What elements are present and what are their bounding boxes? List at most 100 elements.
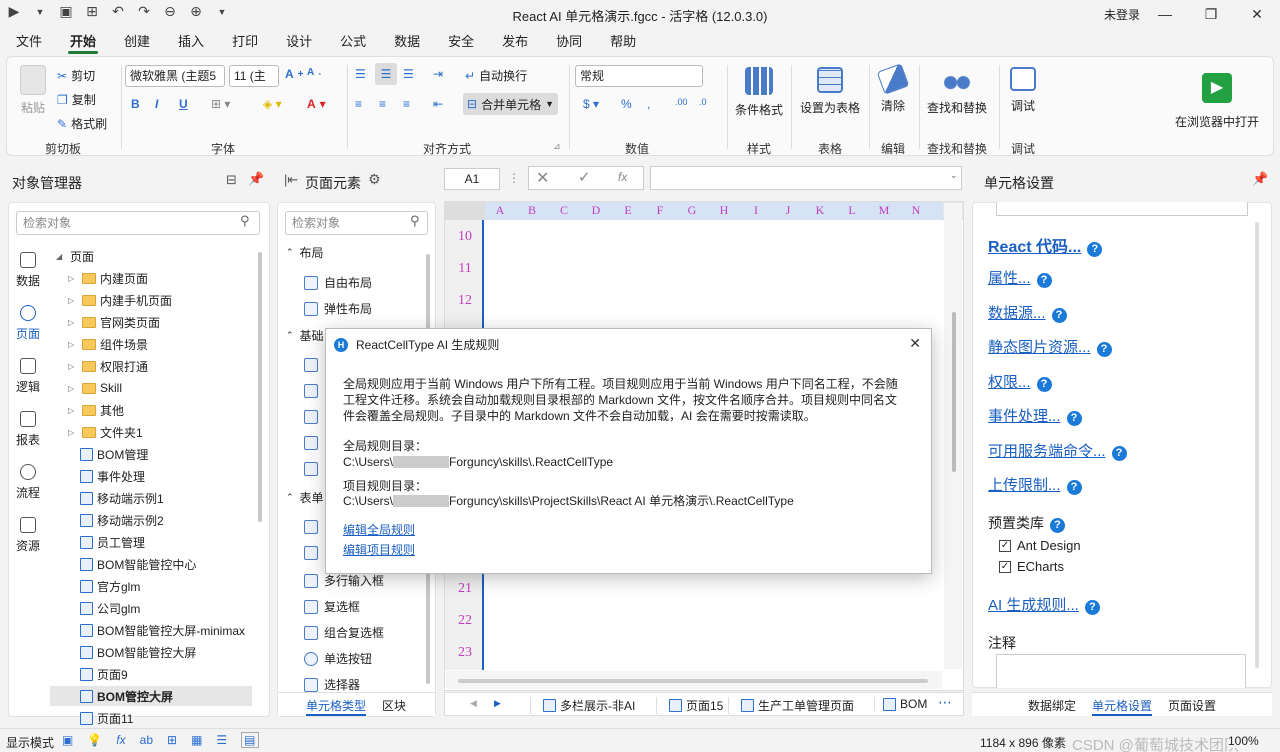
permission-link[interactable]: 权限...? [988, 371, 1052, 392]
nav-report[interactable]: 报表 [10, 411, 46, 448]
tab-next-icon[interactable]: ▶ [494, 698, 501, 709]
font-family-select[interactable]: 微软雅黑 (主题5 [125, 65, 225, 87]
percent-icon[interactable]: % [621, 97, 632, 111]
find-replace-button[interactable]: 查找和替换 [923, 67, 991, 116]
italic-icon[interactable]: I [155, 97, 158, 111]
currency-icon[interactable]: $ ▾ [583, 97, 599, 111]
element-picker[interactable]: 选择器 [304, 676, 360, 693]
menu-help[interactable]: 帮助 [596, 29, 650, 55]
tree-scrollbar[interactable] [258, 252, 262, 522]
help-icon[interactable]: ? [1087, 242, 1103, 257]
column-header[interactable]: N [900, 203, 932, 218]
tab-blocks[interactable]: 区块 [382, 697, 406, 714]
tab-cell-settings[interactable]: 单元格设置 [1092, 697, 1153, 716]
element-form-1[interactable] [304, 520, 318, 534]
datasource-link[interactable]: 数据源...? [988, 302, 1067, 323]
help-icon[interactable]: ? [1036, 273, 1052, 288]
panel-toggle-icon[interactable]: |⇤ [284, 172, 298, 188]
row-header[interactable]: 22 [446, 613, 484, 629]
tree-page[interactable]: BOM智能管控中心 [80, 554, 196, 574]
tree-folder[interactable]: ▷ 内建页面 [68, 268, 148, 288]
menu-formula[interactable]: 公式 [326, 29, 380, 55]
row-header[interactable]: 23 [446, 645, 484, 661]
static-images-link[interactable]: 静态图片资源...? [988, 336, 1112, 357]
help-icon[interactable]: ? [1096, 342, 1112, 357]
open-in-browser-button[interactable]: ▶ 在浏览器中打开 [1167, 73, 1267, 130]
tree-folder[interactable]: ▷ 其他 [68, 400, 124, 420]
frame-icon[interactable]: ▤ [241, 732, 259, 748]
formula-input[interactable] [650, 166, 962, 190]
decrease-decimal-icon[interactable]: .0 [699, 97, 707, 107]
column-header[interactable]: F [644, 203, 676, 218]
edit-global-rules-link[interactable]: 编辑全局规则 [343, 521, 415, 538]
font-shrink-icon[interactable]: A- [307, 67, 321, 78]
menu-print[interactable]: 打印 [218, 29, 272, 55]
minimize-icon[interactable]: — [1142, 0, 1188, 28]
tree-folder[interactable]: ▷ 文件夹1 [68, 422, 143, 442]
nav-page[interactable]: 页面 [10, 305, 46, 342]
maximize-icon[interactable]: ❐ [1188, 0, 1234, 28]
element-basic-1[interactable] [304, 358, 318, 372]
confirm-icon[interactable]: ✓ [578, 168, 591, 186]
tab-data-binding[interactable]: 数据绑定 [1028, 697, 1076, 714]
bold-icon[interactable]: B [131, 97, 140, 111]
tree-page[interactable]: 事件处理 [80, 466, 145, 486]
column-header[interactable]: E [612, 203, 644, 218]
search-icon[interactable]: ⚲ [240, 213, 250, 229]
section-basic[interactable]: ⌃ 基础 [286, 327, 324, 344]
tree-folder[interactable]: ▷ 组件场景 [68, 334, 148, 354]
row-header[interactable]: 11 [446, 261, 484, 277]
tree-page[interactable]: BOM智能管控大屏 [80, 642, 196, 662]
menu-create[interactable]: 创建 [110, 29, 164, 55]
element-basic-2[interactable] [304, 384, 318, 398]
more-icon[interactable]: ⋮ [508, 171, 520, 185]
table-icon[interactable]: ▦ [191, 733, 202, 747]
column-header[interactable]: J [772, 203, 804, 218]
element-textarea[interactable]: 多行输入框 [304, 572, 384, 589]
tree-root[interactable]: ◢ 页面 [56, 246, 94, 266]
echarts-checkbox[interactable]: ✓ ECharts [999, 559, 1064, 574]
tree-page[interactable]: 公司glm [80, 598, 140, 618]
align-launcher-icon[interactable]: ⊿ [553, 141, 561, 152]
element-basic-3[interactable] [304, 410, 318, 424]
align-left-icon[interactable]: ≡ [355, 97, 362, 111]
element-checkbox-group[interactable]: 组合复选框 [304, 624, 384, 641]
border-icon[interactable]: ⊞ ▾ [211, 97, 230, 111]
row-header[interactable]: 21 [446, 581, 484, 597]
column-header[interactable]: A [484, 203, 516, 218]
column-header[interactable]: B [516, 203, 548, 218]
help-icon[interactable]: ? [1066, 411, 1082, 426]
cancel-icon[interactable]: ✕ [536, 168, 549, 188]
align-center-icon[interactable]: ≡ [379, 97, 386, 111]
column-header[interactable]: H [708, 203, 740, 218]
column-header[interactable]: C [548, 203, 580, 218]
list-icon[interactable]: ☰ [216, 733, 227, 747]
help-icon[interactable]: ? [1066, 480, 1082, 495]
element-search-input[interactable]: 检索对象 [285, 211, 428, 235]
close-icon[interactable]: ✕ [909, 335, 921, 352]
close-icon[interactable]: ✕ [1234, 0, 1280, 28]
help-icon[interactable]: ? [1111, 446, 1127, 461]
sheet-tab-2[interactable]: 页面15 [656, 697, 723, 714]
nav-flow[interactable]: 流程 [10, 464, 46, 501]
fill-color-icon[interactable]: ◈ ▾ [263, 97, 282, 111]
label-icon[interactable]: ab [140, 733, 153, 747]
element-basic-4[interactable] [304, 436, 318, 450]
row-header[interactable]: 12 [446, 293, 484, 309]
settings-scrollbar[interactable] [1255, 222, 1259, 668]
copy-button[interactable]: ❐ 复制 [57, 91, 96, 108]
scroll-thumb[interactable] [952, 312, 956, 472]
format-painter-button[interactable]: ✎ 格式刷 [57, 115, 107, 132]
search-icon[interactable]: ⚲ [410, 213, 420, 229]
tree-page[interactable]: 移动端示例2 [80, 510, 164, 530]
menu-collab[interactable]: 协同 [542, 29, 596, 55]
merge-cells-button[interactable]: ⊟ 合并单元格 ▼ [463, 93, 558, 115]
set-as-table-button[interactable]: 设置为表格 [797, 67, 863, 116]
row-header[interactable]: 10 [446, 229, 484, 245]
align-top-icon[interactable]: ☰ [355, 67, 366, 81]
tree-page[interactable]: 页面11 [80, 708, 133, 728]
more-tabs-icon[interactable]: ⋯ [938, 694, 952, 711]
nav-data[interactable]: 数据 [10, 252, 46, 289]
element-form-2[interactable] [304, 546, 318, 560]
help-icon[interactable]: ? [1050, 518, 1065, 533]
